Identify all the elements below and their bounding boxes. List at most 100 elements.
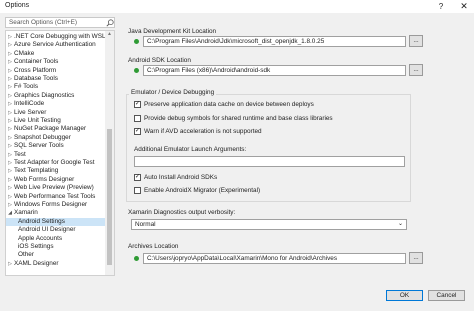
scroll-up-arrow-icon[interactable]: ▲ — [105, 31, 114, 38]
preserve-cache-label: Preserve application data cache on devic… — [144, 101, 314, 108]
tree-item[interactable]: ▷ Live Unit Testing — [6, 117, 105, 125]
tree-item[interactable]: ▷ SQL Server Tools — [6, 142, 105, 150]
expand-arrow-icon[interactable]: ▷ — [6, 67, 14, 75]
sdk-path-field[interactable]: C:\Program Files (x86)\Android\android-s… — [143, 65, 406, 76]
expand-arrow-icon[interactable]: ▷ — [6, 100, 14, 108]
tree-item[interactable]: ▷ Web Forms Designer — [6, 176, 105, 184]
expand-arrow-icon[interactable]: ▷ — [6, 33, 14, 41]
tree-item[interactable]: ▷ Database Tools — [6, 75, 105, 83]
sdk-browse-button[interactable]: ... — [409, 64, 423, 76]
tree-item[interactable]: Android Settings — [6, 217, 105, 226]
search-icon — [106, 19, 114, 27]
auto-install-sdks-checkbox[interactable]: ✓ — [134, 174, 141, 181]
help-button[interactable]: ? — [436, 1, 446, 12]
tree-item[interactable]: Apple Accounts — [6, 235, 105, 243]
expand-arrow-icon[interactable]: ▷ — [6, 159, 14, 167]
expand-arrow-icon[interactable]: ▷ — [6, 184, 14, 192]
expand-arrow-icon[interactable]: ▷ — [6, 260, 14, 268]
expand-arrow-icon[interactable]: ▷ — [6, 41, 14, 49]
tree-item[interactable]: ▷ NuGet Package Manager — [6, 125, 105, 133]
debug-symbols-checkbox[interactable] — [134, 115, 141, 122]
tree-item[interactable]: ▷ CMake — [6, 50, 105, 58]
tree-item[interactable]: ▷ Web Live Preview (Preview) — [6, 184, 105, 192]
tree-item[interactable]: ▷ Snapshot Debugger — [6, 134, 105, 142]
tree-item[interactable]: ▷ Live Server — [6, 109, 105, 117]
tree-item[interactable]: ▷ IntelliCode — [6, 100, 105, 108]
jdk-browse-button[interactable]: ... — [409, 35, 423, 47]
sdk-label: Android SDK Location — [128, 57, 191, 64]
tree-item[interactable]: Android UI Designer — [6, 226, 105, 234]
tree-item-label: Xamarin — [14, 209, 38, 217]
search-input[interactable]: Search Options (Ctrl+E) — [5, 17, 115, 28]
options-tree[interactable]: ▷ XAML Designer Other iOS Settings Apple Acc… — [5, 30, 115, 276]
title-bar: Options ? ✕ — [0, 0, 474, 13]
tree-item-label: Test — [14, 150, 26, 158]
verbosity-select[interactable]: Normal ⌄ — [131, 219, 407, 230]
verbosity-value: Normal — [135, 221, 156, 228]
jdk-path-field[interactable]: C:\Program Files\Android\Jdk\microsoft_d… — [143, 36, 406, 47]
archives-path-field[interactable]: C:\Users\jopryo\AppData\Local\Xamarin\Mo… — [143, 253, 406, 264]
tree-item-label: IntelliCode — [14, 100, 45, 108]
auto-install-sdks-label: Auto Install Android SDKs — [144, 174, 218, 181]
expand-arrow-icon[interactable]: ▷ — [6, 193, 14, 201]
tree-item-label: F# Tools — [14, 83, 39, 91]
tree-item[interactable]: ▷ Text Templating — [6, 167, 105, 175]
tree-item[interactable]: iOS Settings — [6, 243, 105, 251]
search-placeholder: Search Options (Ctrl+E) — [9, 19, 78, 26]
cancel-button[interactable]: Cancel — [428, 290, 465, 301]
tree-item-label: Android UI Designer — [18, 226, 76, 234]
expand-arrow-icon[interactable]: ▷ — [6, 201, 14, 209]
expand-arrow-icon[interactable]: ▷ — [6, 83, 14, 91]
tree-item[interactable]: ▷ Graphics Diagnostics — [6, 92, 105, 100]
androidx-migrator-label: Enable AndroidX Migrator (Experimental) — [144, 187, 261, 194]
expand-arrow-icon[interactable]: ▷ — [6, 125, 14, 133]
scrollbar-thumb[interactable] — [107, 129, 112, 265]
archives-browse-button[interactable]: ... — [409, 252, 423, 264]
tree-item-label: Windows Forms Designer — [14, 201, 88, 208]
tree-item-label: Other — [18, 251, 34, 259]
close-button[interactable]: ✕ — [458, 1, 470, 12]
preserve-cache-checkbox[interactable]: ✓ — [134, 101, 141, 108]
expand-arrow-icon[interactable]: ▷ — [6, 142, 14, 150]
expand-arrow-icon[interactable]: ▷ — [6, 176, 14, 184]
androidx-migrator-checkbox[interactable] — [134, 187, 141, 194]
tree-item[interactable]: ▷ Cross Platform — [6, 67, 105, 75]
emulator-group-title: Emulator / Device Debugging — [129, 89, 217, 96]
tree-item-label: Live Server — [14, 108, 47, 116]
archives-label: Archives Location — [128, 243, 179, 250]
expand-arrow-icon[interactable]: ▷ — [6, 109, 14, 117]
tree-item-label: iOS Settings — [18, 243, 54, 250]
tree-item[interactable]: ◢ Xamarin — [6, 209, 105, 217]
expand-arrow-icon[interactable]: ▷ — [6, 75, 14, 83]
ok-button[interactable]: OK — [386, 290, 423, 301]
expanded-arrow-icon[interactable]: ◢ — [6, 209, 14, 217]
tree-item[interactable]: ▷ Azure Service Authentication — [6, 41, 105, 49]
debug-symbols-label: Provide debug symbols for shared runtime… — [144, 115, 333, 122]
tree-item[interactable]: Other — [6, 251, 105, 259]
valid-status-icon — [134, 68, 139, 73]
tree-item-label: Container Tools — [14, 58, 59, 66]
tree-item[interactable]: ▷ .NET Core Debugging with WSL — [6, 33, 105, 41]
expand-arrow-icon[interactable]: ▷ — [6, 151, 14, 159]
tree-item[interactable]: ▷ F# Tools — [6, 83, 105, 91]
expand-arrow-icon[interactable]: ▷ — [6, 134, 14, 142]
tree-item-label: CMake — [14, 49, 35, 57]
expand-arrow-icon[interactable]: ▷ — [6, 58, 14, 66]
tree-item[interactable]: ▷ XAML Designer — [6, 260, 105, 268]
expand-arrow-icon[interactable]: ▷ — [6, 50, 14, 58]
expand-arrow-icon[interactable]: ▷ — [6, 117, 14, 125]
avd-warning-checkbox[interactable]: ✓ — [134, 128, 141, 135]
tree-item-label: Graphics Diagnostics — [14, 91, 75, 99]
tree-item[interactable]: ▷ Container Tools — [6, 58, 105, 66]
tree-item[interactable]: ▷ Web Performance Test Tools — [6, 193, 105, 201]
tree-item-label: SQL Server Tools — [14, 142, 64, 150]
expand-arrow-icon[interactable]: ▷ — [6, 167, 14, 175]
tree-item[interactable]: ▷ Test Adapter for Google Test — [6, 159, 105, 167]
expand-arrow-icon[interactable]: ▷ — [6, 92, 14, 100]
emulator-args-input[interactable] — [134, 156, 405, 167]
tree-scrollbar[interactable]: ▲ — [105, 31, 114, 275]
tree-item-label: Apple Accounts — [18, 234, 63, 242]
tree-item[interactable]: ▷ Windows Forms Designer — [6, 201, 105, 209]
valid-status-icon — [134, 39, 139, 44]
tree-item[interactable]: ▷ Test — [6, 151, 105, 159]
